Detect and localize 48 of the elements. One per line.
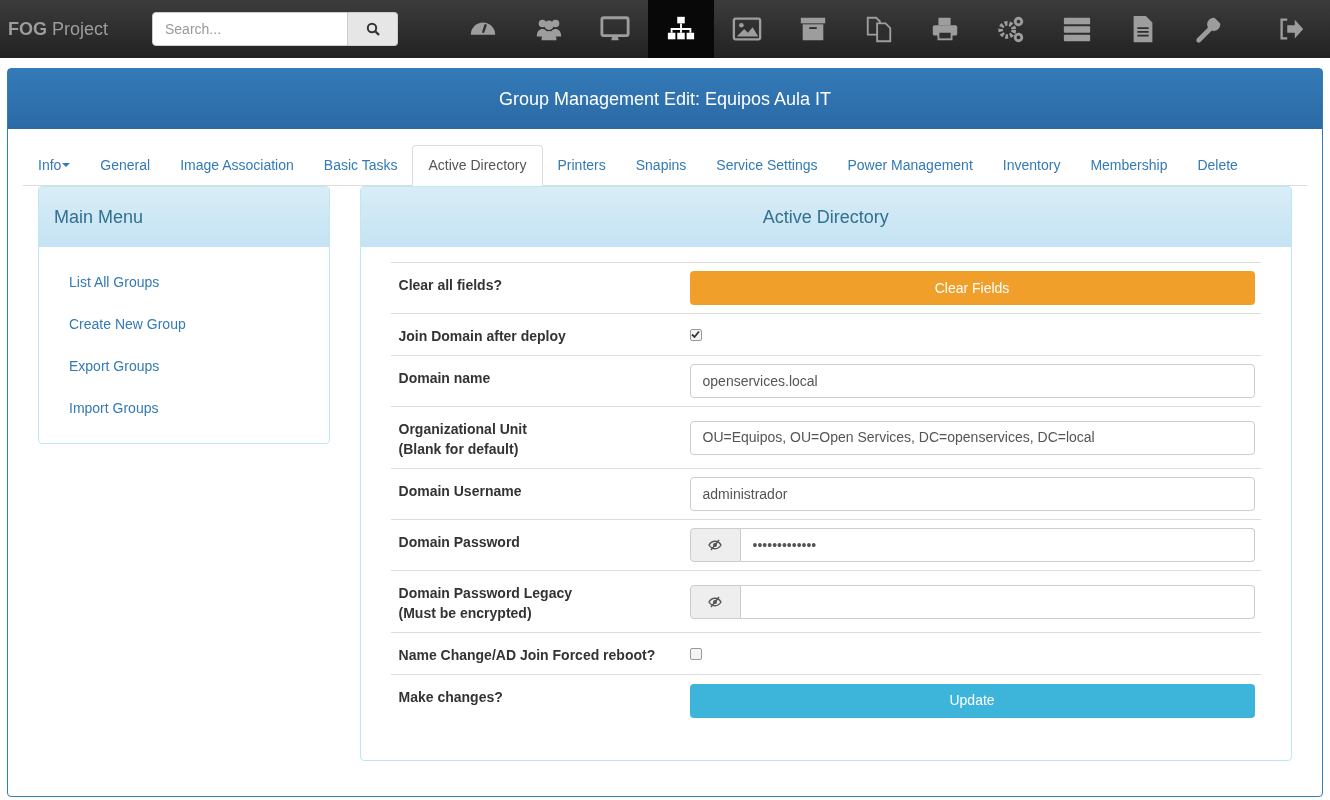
menu-link[interactable]: List All Groups — [69, 261, 299, 303]
tab[interactable]: Membership — [1075, 145, 1183, 185]
field-hint: (Blank for default) — [398, 440, 520, 459]
field-label: Domain Password — [398, 533, 521, 552]
menu-link[interactable]: Create New Group — [69, 303, 299, 345]
menu-link[interactable]: Import Groups — [69, 387, 299, 429]
field-label: Domain Username — [398, 482, 523, 501]
input-field[interactable]: administrador — [689, 477, 1255, 511]
search-field[interactable]: Search... — [152, 12, 348, 46]
panel-heading: Active Directory — [360, 187, 1291, 247]
input-field[interactable]: OU=Equipos, OU=Open Services, DC=openservices, DC=local — [689, 420, 1255, 455]
tab[interactable]: Basic Tasks — [308, 145, 413, 185]
show-password-button[interactable] — [689, 528, 741, 562]
field-label: Make changes? — [398, 688, 504, 707]
checkbox[interactable] — [689, 647, 702, 660]
search-icon — [365, 22, 380, 36]
field-label: Domain Password Legacy — [398, 584, 574, 603]
eye-slash-icon — [708, 539, 723, 551]
tab[interactable]: Snapins — [620, 145, 702, 185]
checkbox[interactable] — [689, 328, 702, 341]
menu-link[interactable]: Export Groups — [69, 345, 299, 387]
field-label: Organizational Unit — [398, 420, 528, 439]
field-label: Clear all fields? — [398, 276, 503, 295]
tab[interactable]: General — [85, 145, 166, 185]
field-label: Domain name — [398, 369, 492, 388]
tab[interactable]: Printers — [542, 145, 621, 185]
password-field[interactable]: ••••••••••••• — [740, 528, 1255, 562]
tab[interactable]: Service Settings — [701, 145, 833, 185]
tab[interactable]: Power Management — [832, 145, 988, 185]
tab[interactable]: Info — [23, 145, 86, 185]
show-password-button[interactable] — [689, 584, 741, 619]
brand-logo[interactable]: FOG Project — [8, 15, 148, 43]
search-button[interactable] — [348, 12, 398, 46]
input-field[interactable]: openservices.local — [689, 364, 1255, 398]
nav-sitemap-item[interactable] — [648, 0, 714, 58]
panel-heading: Main Menu — [39, 187, 329, 247]
password-field[interactable] — [740, 584, 1255, 619]
field-hint: (Must be encrypted) — [398, 604, 533, 623]
tab[interactable]: Delete — [1182, 145, 1253, 185]
gears-icon — [996, 14, 1026, 44]
eye-slash-icon — [708, 595, 723, 608]
copy-files-icon — [864, 14, 894, 44]
field-label: Name Change/AD Join Forced reboot? — [398, 646, 657, 665]
page-title: Group Management Edit: Equipos Aula IT — [8, 69, 1322, 129]
tab[interactable]: Image Association — [165, 145, 309, 185]
field-label: Join Domain after deploy — [398, 327, 567, 346]
tab[interactable]: Active Directory — [412, 145, 543, 186]
tab[interactable]: Inventory — [987, 145, 1076, 185]
